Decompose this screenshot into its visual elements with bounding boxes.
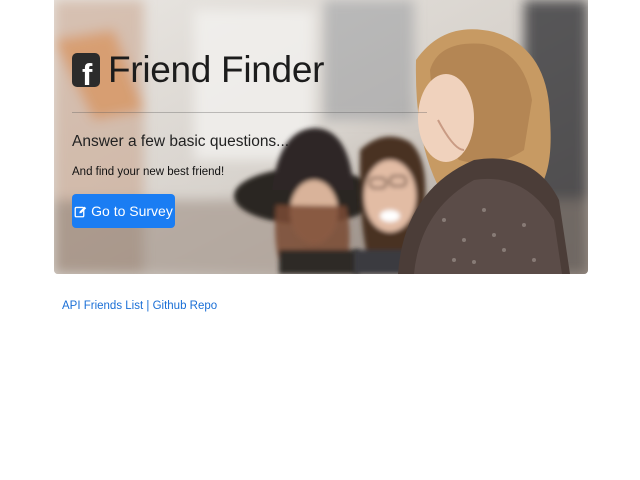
subtext: And find your new best friend! <box>72 166 225 178</box>
go-to-survey-label: Go to Survey <box>91 203 173 219</box>
facebook-glyph: f <box>82 57 93 88</box>
github-repo-link[interactable]: Github Repo <box>153 300 218 312</box>
lead-text: Answer a few basic questions... <box>72 133 290 150</box>
page: f Friend Finder Answer a few basic quest… <box>0 0 640 480</box>
facebook-square-icon: f <box>72 53 100 87</box>
api-friends-list-link[interactable]: API Friends List <box>62 300 143 312</box>
hero-jumbotron: f Friend Finder Answer a few basic quest… <box>54 0 588 274</box>
title-text: Friend Finder <box>108 49 325 90</box>
link-separator: | <box>146 300 150 312</box>
page-title: f Friend Finder <box>72 48 324 92</box>
go-to-survey-button[interactable]: Go to Survey <box>72 194 175 228</box>
divider <box>72 112 427 113</box>
edit-icon <box>74 206 87 217</box>
footer-links: API Friends List | Github Repo <box>62 300 217 312</box>
